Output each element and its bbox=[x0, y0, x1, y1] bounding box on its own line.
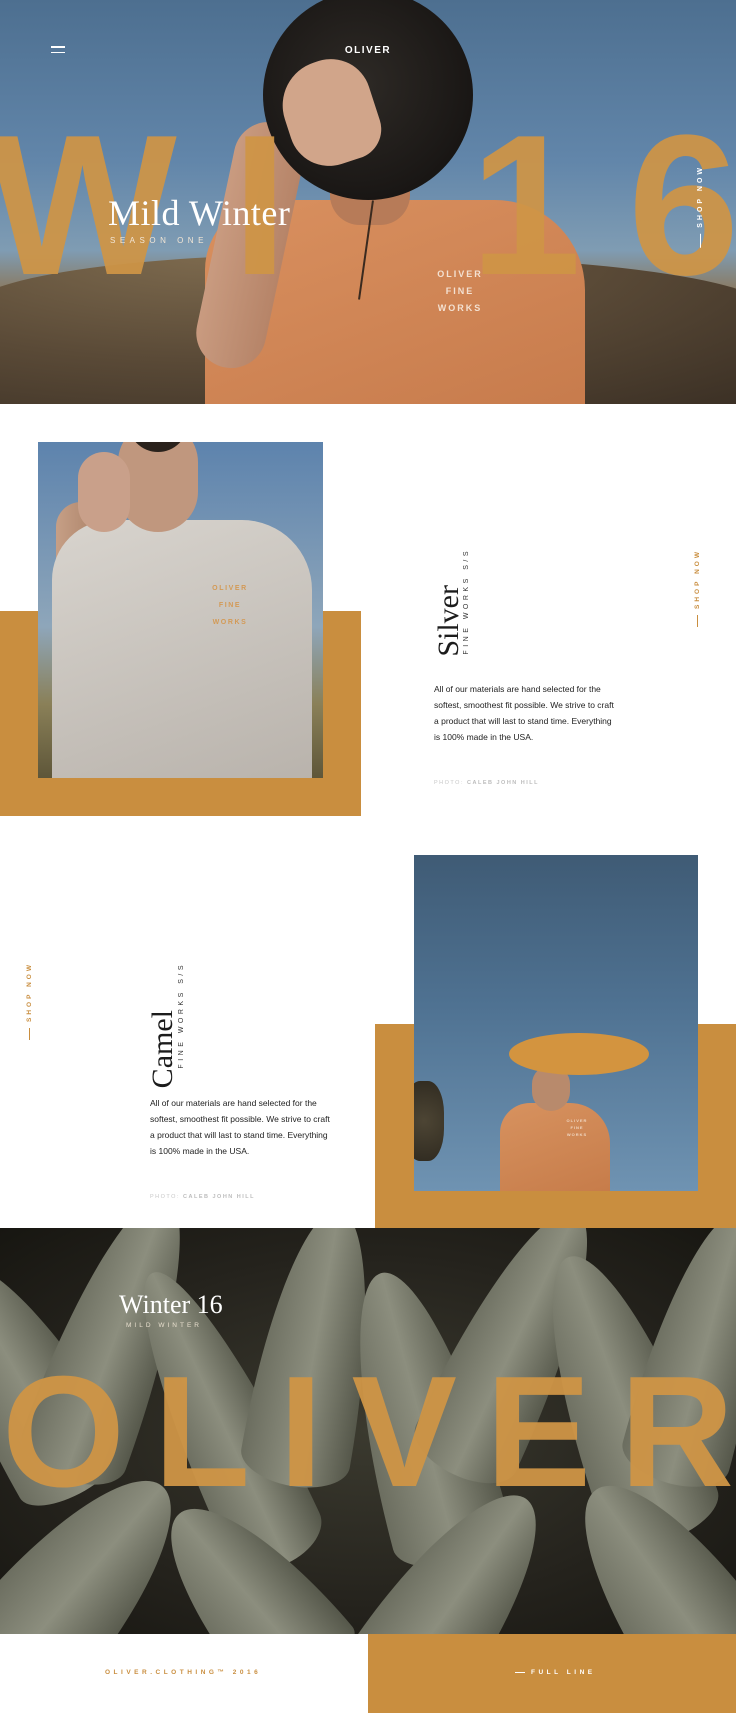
silver-photo-credit: PHOTO: CALEB JOHN HILL bbox=[434, 780, 539, 786]
camel-title: Camel bbox=[146, 1010, 179, 1089]
shirt-print-line: FINE bbox=[570, 1125, 584, 1130]
camel-description: All of our materials are hand selected f… bbox=[150, 1098, 330, 1156]
winter-subtitle: MILD WINTER bbox=[126, 1322, 202, 1329]
credit-name: CALEB JOHN HILL bbox=[467, 780, 540, 786]
camel-shop-now-link[interactable]: SHOP NOW bbox=[26, 962, 36, 1040]
camel-subtitle: FINE WORKS S/S bbox=[178, 962, 185, 1069]
hero-subtitle: SEASON ONE bbox=[110, 236, 208, 245]
camel-photo-credit: PHOTO: CALEB JOHN HILL bbox=[150, 1194, 255, 1200]
hero-big-letter: 1 bbox=[470, 94, 582, 317]
silver-product-photo[interactable]: OLIVER FINE WORKS bbox=[38, 442, 323, 778]
camel-shirt-print: OLIVER FINE WORKS bbox=[562, 1117, 592, 1138]
camel-product-photo[interactable]: OLIVER FINE WORKS bbox=[414, 855, 698, 1191]
camel-hat bbox=[509, 1033, 649, 1075]
wordmark-letter: R bbox=[619, 1344, 734, 1520]
hero-big-letter: 6 bbox=[628, 94, 736, 317]
camel-model-shirt bbox=[500, 1103, 610, 1191]
shirt-print-line: WORKS bbox=[212, 619, 248, 626]
silver-shop-now-link[interactable]: SHOP NOW bbox=[694, 549, 704, 627]
wordmark-letter: O bbox=[2, 1344, 125, 1520]
full-line-link[interactable]: FULL LINE bbox=[515, 1669, 596, 1676]
hero-shop-now-link[interactable]: SHOP NOW bbox=[697, 165, 709, 248]
silver-model-head bbox=[118, 442, 198, 532]
credit-label: PHOTO: bbox=[150, 1194, 180, 1200]
silver-model-shirt bbox=[52, 520, 312, 778]
brand-logo[interactable]: OLIVER bbox=[0, 45, 736, 56]
silver-shirt-print: OLIVER FINE WORKS bbox=[200, 580, 260, 631]
wordmark-letter: I bbox=[278, 1344, 323, 1520]
footer-copyright: OLIVER.CLOTHING™ 2016 bbox=[105, 1669, 262, 1676]
shirt-print-line: FINE bbox=[218, 602, 242, 609]
wordmark-letter: L bbox=[153, 1344, 251, 1520]
hero-title: Mild Winter bbox=[108, 193, 291, 233]
winter-title: Winter 16 bbox=[119, 1290, 223, 1319]
silver-description: All of our materials are hand selected f… bbox=[434, 684, 614, 742]
silver-title: Silver bbox=[432, 585, 465, 657]
wordmark-letter: E bbox=[485, 1344, 592, 1520]
credit-label: PHOTO: bbox=[434, 780, 464, 786]
shirt-print-line: WORKS bbox=[566, 1132, 588, 1137]
credit-name: CALEB JOHN HILL bbox=[183, 1194, 256, 1200]
silver-model-hand bbox=[78, 452, 130, 532]
camel-photo-tree bbox=[414, 1081, 444, 1161]
shirt-print-line: OLIVER bbox=[212, 585, 248, 592]
silver-subtitle: FINE WORKS S/S bbox=[463, 548, 470, 655]
shirt-print-line: OLIVER bbox=[566, 1118, 588, 1123]
oliver-big-wordmark: O L I V E R bbox=[0, 1353, 736, 1511]
wordmark-letter: V bbox=[351, 1344, 457, 1520]
